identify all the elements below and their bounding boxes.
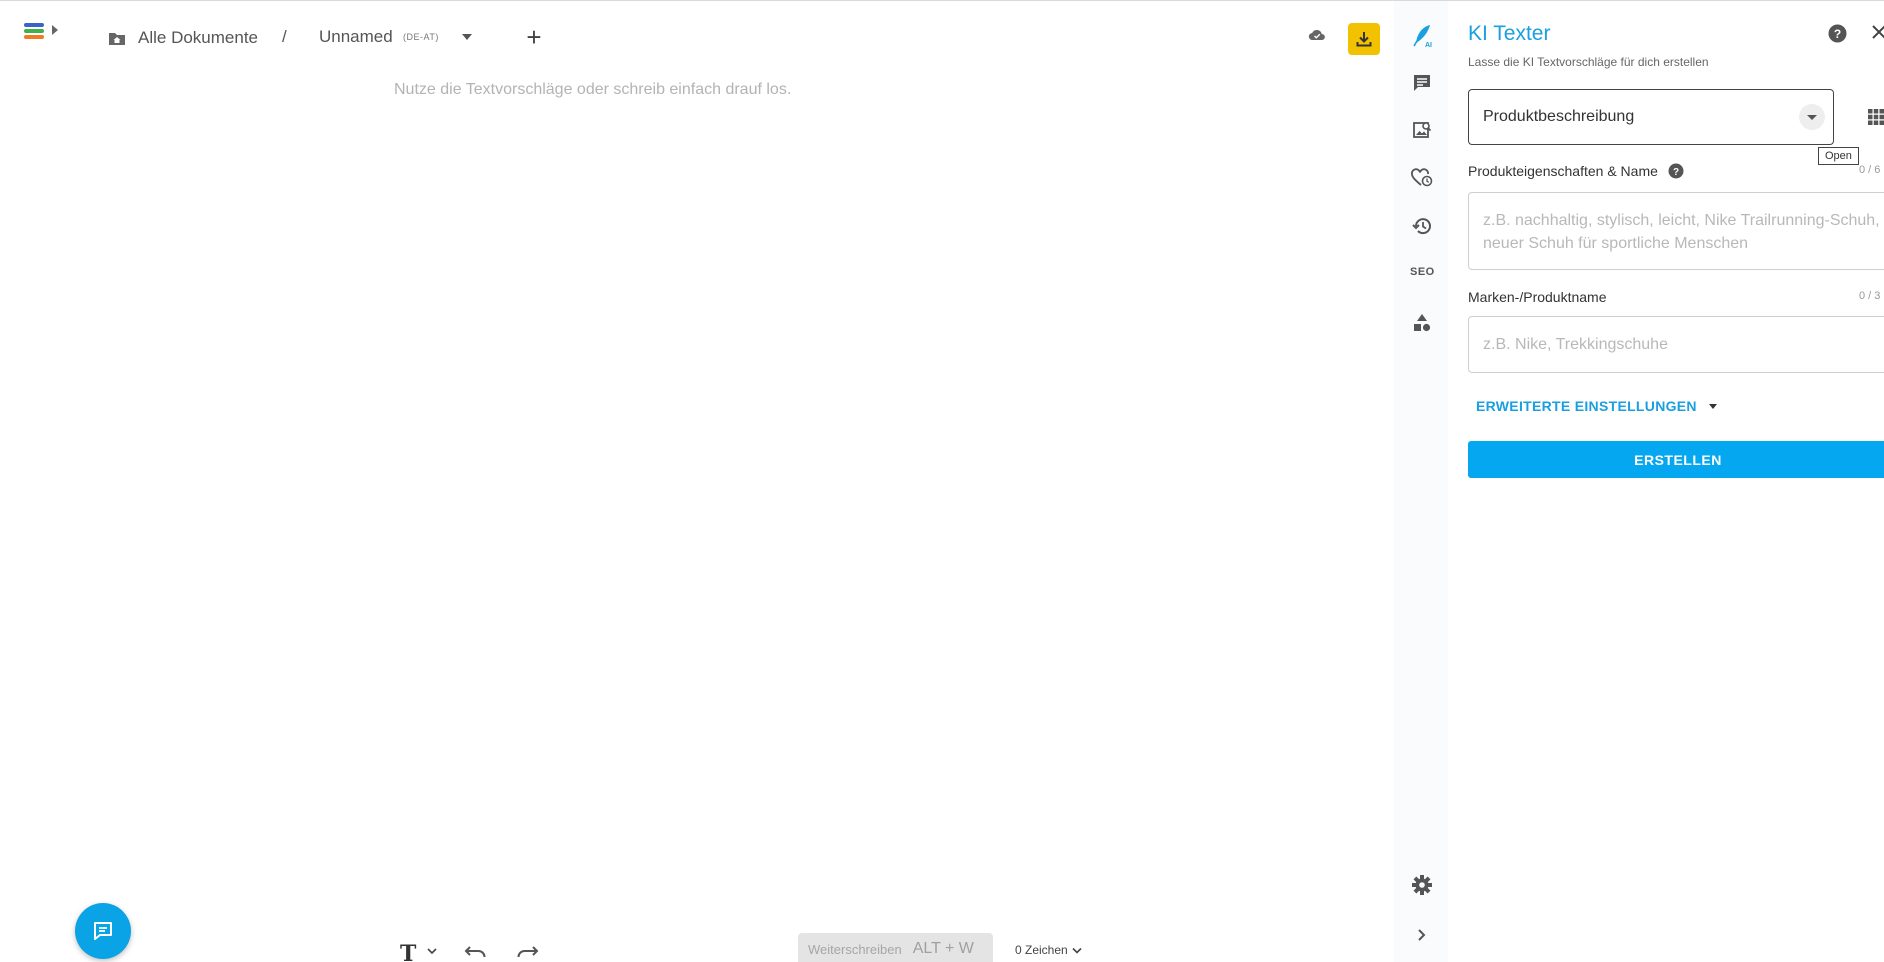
history-icon [1412,218,1431,235]
svg-text:AI: AI [1425,42,1432,48]
panel-subtitle: Lasse die KI Textvorschläge für dich ers… [1468,55,1709,69]
brand-name-placeholder: z.B. Nike, Trekkingschuhe [1483,335,1668,353]
chevron-right-icon [1418,929,1426,941]
close-icon[interactable] [1871,24,1884,40]
continue-writing-shortcut: ALT + W [912,940,974,957]
editor-placeholder: Nutze die Textvorschläge oder schreib ei… [394,81,792,98]
chevron-down-icon[interactable] [427,947,437,955]
image-search-icon [1413,122,1432,138]
comments-tab[interactable] [1410,71,1434,95]
breadcrumb-separator: / [282,27,287,46]
collapse-panel-button[interactable] [1410,923,1434,947]
product-properties-label: Produkteigenschaften & Name ? [1468,163,1684,179]
grid-view-icon[interactable] [1868,109,1884,125]
add-document-button[interactable]: + [524,24,544,50]
continue-writing-label: Weiterschreiben [808,941,902,957]
download-icon [1356,32,1372,47]
brand-name-label-text: Marken-/Produktname [1468,289,1607,305]
favorites-tab[interactable] [1410,166,1434,190]
breadcrumb-root-label: Alle Dokumente [138,28,259,47]
download-button[interactable] [1348,23,1380,55]
product-properties-input[interactable]: z.B. nachhaltig, stylisch, leicht, Nike … [1468,192,1884,270]
open-tooltip: Open [1818,147,1859,165]
chat-button[interactable] [75,903,131,959]
history-tab[interactable] [1410,214,1434,238]
breadcrumb-root[interactable]: Alle Dokumente [108,27,258,49]
character-count[interactable]: 0 Zeichen [1015,943,1082,957]
svg-text:?: ? [1834,27,1841,41]
text-format-button[interactable]: T [400,941,416,962]
document-language: (DE-AT) [403,32,439,42]
folder-home-icon [109,32,125,45]
template-select-value: Produktbeschreibung [1483,108,1635,125]
cloud-sync-icon[interactable] [1308,29,1326,41]
create-button[interactable]: ERSTELLEN [1468,441,1884,478]
panel-title: KI Texter [1468,22,1551,45]
chat-icon [94,922,112,940]
redo-icon[interactable] [515,943,539,959]
document-name[interactable]: Unnamed [319,27,393,47]
caret-down-icon [1708,403,1717,409]
continue-writing-button[interactable]: Weiterschreiben ALT + W [798,933,993,962]
tool-rail: AI [1394,1,1448,962]
character-count-label: 0 Zeichen [1015,943,1068,957]
help-icon[interactable]: ? [1668,163,1684,179]
shapes-icon [1414,314,1431,332]
template-select[interactable]: Produktbeschreibung [1468,89,1834,145]
settings-tab[interactable] [1410,873,1434,897]
editor-area[interactable]: Alle Dokumente / Unnamed (DE-AT) + Nutze… [0,1,1394,962]
product-properties-counter: 0 / 6 [1859,164,1881,176]
feather-ai-icon: AI [1413,25,1432,48]
heart-clock-icon [1411,168,1433,187]
chevron-down-icon [1072,947,1082,954]
brand-name-label: Marken-/Produktname [1468,289,1607,305]
ai-writer-panel: KI Texter Lasse die KI Textvorschläge fü… [1448,1,1884,962]
brand-name-input[interactable]: z.B. Nike, Trekkingschuhe [1468,316,1884,373]
comment-icon [1414,75,1430,91]
ai-writer-tab[interactable]: AI [1410,23,1434,48]
document-dropdown-icon[interactable] [462,34,472,40]
advanced-settings-toggle[interactable]: ERWEITERTE EINSTELLUNGEN [1476,398,1717,414]
caret-down-icon [1807,114,1817,120]
advanced-settings-label: ERWEITERTE EINSTELLUNGEN [1476,398,1697,414]
gear-icon [1412,875,1432,895]
app-logo-icon[interactable] [24,23,46,43]
undo-icon[interactable] [464,943,488,959]
image-search-tab[interactable] [1410,118,1434,142]
menu-expand-icon[interactable] [52,25,58,35]
shapes-tab[interactable] [1410,311,1434,335]
help-icon[interactable]: ? [1828,24,1847,43]
product-properties-label-text: Produkteigenschaften & Name [1468,163,1658,179]
seo-tab[interactable]: SEO [1410,266,1435,278]
svg-text:?: ? [1673,167,1679,178]
brand-name-counter: 0 / 3 [1859,290,1881,302]
template-select-open-button[interactable] [1799,104,1825,130]
